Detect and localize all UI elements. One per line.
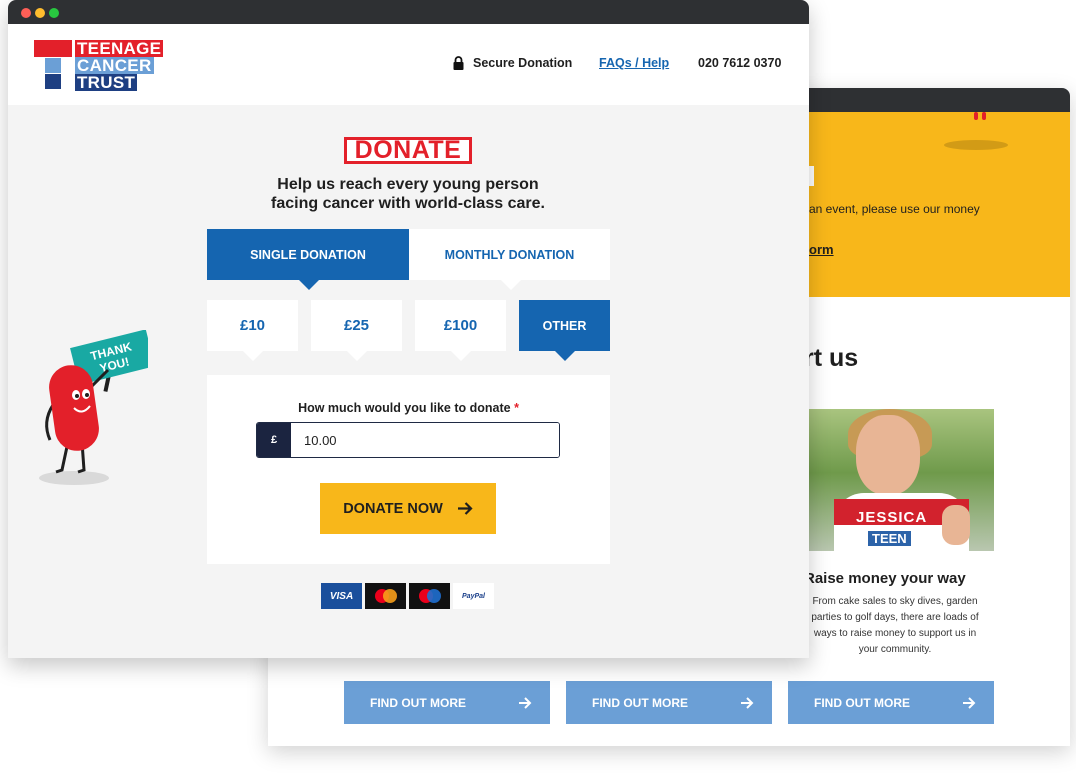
amount-input[interactable] (291, 423, 559, 457)
arrow-right-icon (519, 696, 532, 709)
minimize-window-icon[interactable] (35, 8, 45, 18)
amount-label: £10 (239, 317, 266, 334)
site-header: TEENAGE CANCER TRUST Secure Donation FAQ… (8, 24, 809, 105)
mascot-shadow (944, 140, 1008, 150)
amount-question-text: How much would you like to donate (298, 401, 511, 415)
donate-now-label: DONATE NOW (343, 500, 443, 517)
amount-pointer (243, 351, 263, 361)
tab-label: MONTHLY DONATION (444, 247, 575, 262)
thank-you-mascot: THANK YOU! (39, 330, 148, 485)
find-out-more-button-1[interactable]: FIND OUT MORE (344, 681, 550, 724)
amount-pointer (555, 351, 575, 361)
paypal-icon: PayPal (453, 583, 494, 609)
find-out-more-button-2[interactable]: FIND OUT MORE (566, 681, 772, 724)
mastercard-icon (365, 583, 406, 609)
amount-option-25[interactable]: £25 (311, 300, 402, 361)
secure-donation-label: Secure Donation (453, 56, 572, 70)
amount-question-label: How much would you like to donate * (207, 401, 610, 415)
phone-number: 020 7612 0370 (698, 56, 782, 70)
secure-donation-text: Secure Donation (473, 56, 573, 70)
find-out-more-label: FIND OUT MORE (370, 695, 466, 710)
tab-pointer (299, 280, 319, 290)
visa-icon: VISA (321, 583, 362, 609)
maximize-window-icon[interactable] (49, 8, 59, 18)
logo-red-bar (34, 40, 72, 57)
tab-monthly-donation[interactable]: MONTHLY DONATION (409, 229, 610, 290)
donate-now-button[interactable]: DONATE NOW (320, 483, 496, 534)
find-out-more-label: FIND OUT MORE (592, 695, 688, 710)
amount-pointer (347, 351, 367, 361)
required-marker: * (514, 401, 519, 415)
window-titlebar (8, 0, 809, 24)
support-heading: rt us (804, 344, 859, 372)
amount-label: £25 (343, 317, 370, 334)
donation-form-card: How much would you like to donate * £ DO… (207, 375, 610, 564)
photo-name-text: JESSICA (856, 509, 928, 526)
maestro-icon (409, 583, 450, 609)
paypal-label: PayPal (462, 592, 485, 600)
amount-option-10[interactable]: £10 (207, 300, 298, 361)
card-title: Raise money your way (804, 570, 966, 587)
arrow-right-icon (963, 696, 976, 709)
tab-label: SINGLE DONATION (250, 247, 366, 262)
faqs-help-link[interactable]: FAQs / Help (599, 56, 669, 70)
logo-light-block (45, 58, 61, 73)
lock-icon (453, 56, 464, 70)
amount-label: £100 (443, 317, 478, 334)
visa-label: VISA (329, 590, 354, 602)
logo-word-3: TRUST (75, 73, 138, 92)
logo-navy-block (45, 74, 61, 89)
runner-photo: JESSICA TEEN (804, 409, 994, 551)
photo-shirt-text: TEEN (868, 531, 911, 546)
arrow-right-icon (457, 502, 473, 515)
find-out-more-button-3[interactable]: FIND OUT MORE (788, 681, 994, 724)
photo-thumbs-up (942, 505, 970, 545)
donation-window: TEENAGE CANCER TRUST Secure Donation FAQ… (8, 0, 809, 658)
amount-pointer (451, 351, 471, 361)
banner-form-link[interactable]: orm (809, 242, 834, 257)
amount-label: OTHER (542, 318, 587, 333)
page-subtitle: Help us reach every young person facing … (208, 175, 608, 213)
amount-option-other[interactable]: OTHER (519, 300, 610, 361)
teenage-cancer-trust-logo[interactable]: TEENAGE CANCER TRUST (34, 40, 164, 92)
amount-option-100[interactable]: £100 (415, 300, 506, 361)
mascot-legs (974, 112, 988, 122)
page-title: DONATE (344, 137, 472, 164)
logo-word-2: CANCER (75, 56, 154, 75)
subtitle-line-1: Help us reach every young person (277, 176, 539, 193)
amount-field: £ (256, 422, 560, 458)
logo-word-1: TEENAGE (75, 39, 164, 58)
arrow-right-icon (741, 696, 754, 709)
banner-intro-text: an event, please use our money (809, 202, 980, 216)
currency-prefix: £ (257, 423, 291, 457)
tab-single-donation[interactable]: SINGLE DONATION (207, 229, 409, 290)
tab-pointer (501, 280, 521, 290)
subtitle-line-2: facing cancer with world-class care. (271, 195, 545, 212)
find-out-more-label: FIND OUT MORE (814, 695, 910, 710)
card-text: From cake sales to sky dives, garden par… (811, 596, 979, 655)
photo-face (856, 415, 920, 495)
close-window-icon[interactable] (21, 8, 31, 18)
